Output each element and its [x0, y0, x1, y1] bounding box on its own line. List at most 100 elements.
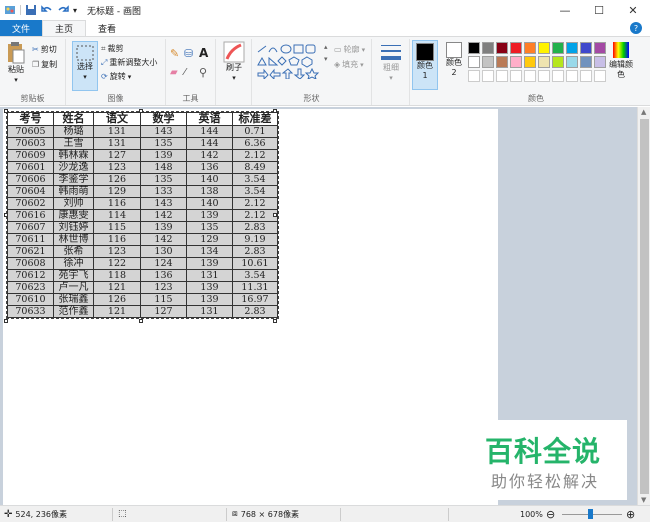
pencil-icon[interactable]: ✎ [170, 47, 179, 60]
zoom-slider-thumb[interactable] [588, 509, 593, 519]
close-button[interactable]: ✕ [616, 0, 650, 20]
custom-color-slot[interactable] [566, 70, 578, 82]
palette-color-swatch[interactable] [594, 56, 606, 68]
selection-handle[interactable] [4, 109, 8, 113]
zoom-out-button[interactable]: ⊖ [546, 508, 555, 521]
palette-color-swatch[interactable] [552, 42, 564, 54]
palette-color-swatch[interactable] [510, 56, 522, 68]
save-icon[interactable] [25, 4, 37, 16]
table-cell: 122 [93, 257, 141, 270]
scrollbar-thumb[interactable] [640, 119, 649, 494]
selection-handle[interactable] [273, 109, 277, 113]
selection-handle[interactable] [139, 319, 143, 323]
table-cell: 70623 [7, 281, 54, 294]
palette-color-swatch[interactable] [566, 56, 578, 68]
color1-swatch [416, 43, 434, 61]
magnifier-icon[interactable]: ⚲ [199, 66, 207, 79]
palette-color-swatch[interactable] [468, 42, 480, 54]
palette-color-swatch[interactable] [552, 56, 564, 68]
brushes-group: 刷子 ▾ [216, 39, 252, 105]
palette-color-swatch[interactable] [510, 42, 522, 54]
palette-color-swatch[interactable] [482, 56, 494, 68]
tab-view[interactable]: 查看 [86, 20, 128, 36]
palette-color-swatch[interactable] [566, 42, 578, 54]
edit-colors-button[interactable]: 编辑颜色 [608, 40, 634, 80]
table-row: 70610 张瑞鑫 126 115 139 16.97 [7, 293, 278, 306]
tab-home[interactable]: 主页 [42, 20, 87, 36]
scroll-down-icon[interactable]: ▼ [641, 496, 646, 504]
shapes-gallery-icon[interactable] [256, 43, 326, 79]
table-cell: 沙龙逸 [53, 161, 94, 174]
brushes-button[interactable]: 刷子 ▾ [220, 41, 248, 83]
help-button[interactable]: ? [630, 22, 642, 34]
color-picker-icon[interactable]: ⁄ [184, 67, 186, 78]
shapes-scroll-up-icon[interactable]: ▴ [324, 43, 328, 51]
text-tool-icon[interactable]: A [199, 46, 208, 60]
custom-color-slot[interactable] [496, 70, 508, 82]
table-cell: 2.12 [232, 209, 278, 222]
palette-color-swatch[interactable] [538, 56, 550, 68]
table-cell: 3.54 [232, 269, 278, 282]
fill-button[interactable]: ◈ 填充 ▾ [334, 59, 364, 70]
resize-button[interactable]: ⤢ 重新调整大小 [101, 57, 157, 68]
vertical-scrollbar[interactable]: ▲ ▼ [637, 107, 650, 505]
custom-color-slot[interactable] [524, 70, 536, 82]
drawing-canvas[interactable]: 考号 姓名 语文 数学 英语 标准差 70605 杨璐 131 143 144 0.71 70603 王… [3, 109, 498, 505]
custom-color-slot[interactable] [580, 70, 592, 82]
table-cell: 116 [93, 233, 141, 246]
table-cell: 徐冲 [53, 257, 94, 270]
outline-button[interactable]: ▭ 轮廓 ▾ [334, 44, 365, 55]
custom-color-slot[interactable] [538, 70, 550, 82]
selection-handle[interactable] [273, 213, 277, 217]
rotate-button[interactable]: ⟳ 旋转 ▾ [101, 71, 131, 82]
selection-handle[interactable] [4, 319, 8, 323]
color1-button[interactable]: 颜色 1 [412, 40, 438, 90]
palette-color-swatch[interactable] [524, 42, 536, 54]
custom-color-slot[interactable] [552, 70, 564, 82]
pasted-spreadsheet-image[interactable]: 考号 姓名 语文 数学 英语 标准差 70605 杨璐 131 143 144 0.71 70603 王… [6, 111, 279, 319]
eraser-icon[interactable]: ▰ [170, 67, 178, 78]
palette-color-swatch[interactable] [580, 42, 592, 54]
maximize-button[interactable]: ☐ [582, 0, 616, 20]
palette-color-swatch[interactable] [538, 42, 550, 54]
palette-color-swatch[interactable] [482, 42, 494, 54]
selection-handle[interactable] [4, 213, 8, 217]
custom-color-slot[interactable] [594, 70, 606, 82]
shapes-scroll-down-icon[interactable]: ▾ [324, 55, 328, 63]
fill-bucket-icon[interactable]: ⛁ [184, 47, 193, 60]
custom-color-slot[interactable] [510, 70, 522, 82]
minimize-button[interactable]: — [548, 0, 582, 20]
size-button[interactable]: 粗细 ▾ [377, 43, 405, 83]
selection-handle[interactable] [139, 109, 143, 113]
table-cell: 139 [140, 221, 187, 234]
tab-file[interactable]: 文件 [0, 20, 43, 36]
cut-button[interactable]: ✂ 剪切 [32, 44, 57, 55]
crop-button[interactable]: ⌗ 裁剪 [101, 43, 124, 54]
table-cell: 70603 [7, 137, 54, 150]
redo-icon[interactable] [57, 4, 69, 16]
copy-button[interactable]: ❐ 复制 [32, 59, 57, 70]
palette-color-swatch[interactable] [524, 56, 536, 68]
customize-quick-access-icon[interactable]: ▾ [73, 6, 77, 15]
paste-button[interactable]: 粘贴 ▾ [4, 41, 28, 85]
palette-color-swatch[interactable] [496, 56, 508, 68]
selection-handle[interactable] [273, 319, 277, 323]
undo-icon[interactable] [41, 4, 53, 16]
table-cell: 0.71 [232, 125, 278, 138]
custom-color-slot[interactable] [482, 70, 494, 82]
custom-color-slot[interactable] [468, 70, 480, 82]
copy-icon: ❐ [32, 60, 40, 69]
palette-color-swatch[interactable] [496, 42, 508, 54]
scroll-up-icon[interactable]: ▲ [641, 108, 646, 116]
table-row: 70601 沙龙逸 123 148 136 8.49 [7, 161, 278, 174]
table-cell: 136 [186, 161, 233, 174]
color2-button[interactable]: 颜色 2 [442, 42, 466, 78]
palette-color-swatch[interactable] [580, 56, 592, 68]
palette-color-swatch[interactable] [468, 56, 480, 68]
zoom-in-button[interactable]: ⊕ [626, 508, 635, 521]
palette-color-swatch[interactable] [594, 42, 606, 54]
table-cell: 126 [93, 173, 141, 186]
fill-icon: ◈ [334, 60, 341, 69]
shapes-group-label: 形状 [303, 94, 320, 103]
select-button[interactable]: 选择 ▾ [72, 41, 98, 91]
